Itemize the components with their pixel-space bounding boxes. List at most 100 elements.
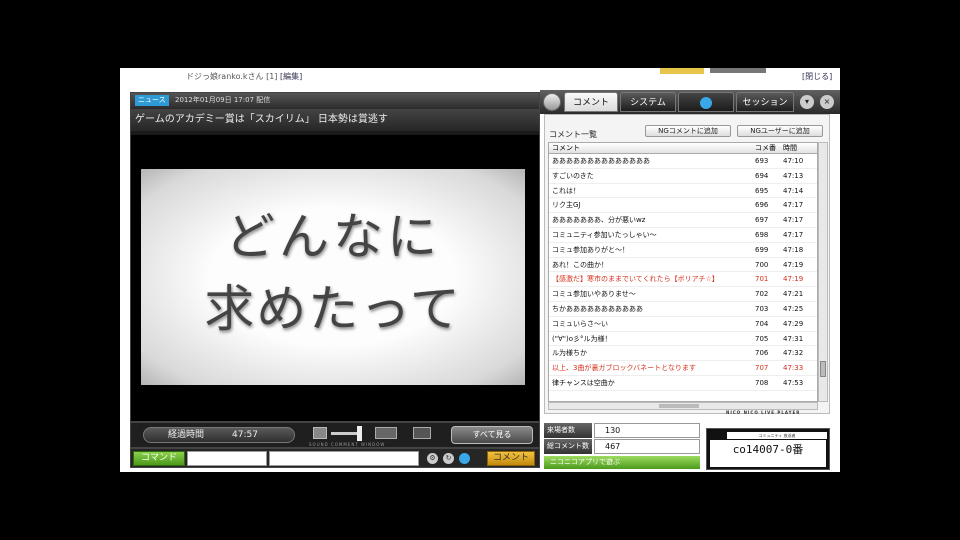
player-frame: ドジっ娘ranko.kさん [1] [編集] [閉じる] ニュース 2012年0…	[120, 68, 840, 472]
comment-row[interactable]: コミュ参加ありがと～！ 699 47:18	[549, 243, 817, 258]
comment-number: 698	[755, 230, 769, 239]
command-button[interactable]: コマンド	[133, 451, 185, 466]
viewers-label: 来場者数	[544, 423, 592, 438]
comment-text: コミュニティ参加いたっしゃい～	[552, 230, 657, 239]
comment-text: あああああああ、分が悪いwz	[552, 216, 646, 225]
twitter-bird-icon	[700, 97, 712, 109]
community-header: コミュニティ 放送者	[727, 432, 827, 439]
comment-text: 律チャンスは空曲か	[552, 378, 615, 387]
tab-system[interactable]: システム	[620, 92, 676, 112]
tab-twitter[interactable]	[678, 92, 734, 112]
comment-row[interactable]: これは！ 695 47:14	[549, 184, 817, 199]
community-id[interactable]: co14007-0番	[710, 440, 826, 467]
comment-time: 47:19	[783, 275, 804, 284]
tab-comment[interactable]: コメント	[564, 92, 618, 112]
control-labels: SOUND COMMENT WINDOW	[309, 442, 386, 447]
comment-number: 705	[755, 334, 769, 343]
comment-row[interactable]: コミュニティ参加いたっしゃい～ 698 47:17	[549, 228, 817, 243]
comment-text: コミュ参加ありがと～！	[552, 245, 629, 254]
ng-user-button[interactable]: NGユーザーに追加	[737, 125, 823, 137]
reload-icon[interactable]: ↻	[443, 453, 454, 464]
lyrics-line-1: どんなに	[225, 208, 441, 266]
comment-row[interactable]: 【感激だ】寒市のままでいてくれたら【ボリアチ☆】 701 47:19	[549, 272, 817, 288]
comment-row[interactable]: あああああああ、分が悪いwz 697 47:17	[549, 213, 817, 228]
comment-number: 699	[755, 245, 769, 254]
comment-time: 47:17	[783, 201, 804, 210]
twitter-icon[interactable]	[459, 453, 470, 464]
comments-stat: 総コメント数 467	[544, 439, 700, 454]
ng-comment-button[interactable]: NGコメントに追加	[645, 125, 731, 137]
window-size-icon[interactable]	[413, 427, 431, 439]
page-count: [1]	[266, 72, 278, 81]
speaker-icon[interactable]	[313, 427, 327, 439]
comment-row[interactable]: ル为様ちか 706 47:32	[549, 346, 817, 362]
comment-row[interactable]: ああああああああああああああ 693 47:10	[549, 154, 817, 169]
news-title[interactable]: ゲームのアカデミー賞は「スカイリム」 日本勢は賞逃す	[131, 109, 539, 131]
comment-text: すごいのきた	[552, 171, 594, 180]
comment-row[interactable]: すごいのきた 694 47:13	[549, 169, 817, 184]
comment-number: 701	[755, 275, 769, 284]
top-strip: ドジっ娘ranko.kさん [1] [編集] [閉じる]	[120, 68, 840, 90]
comment-row[interactable]: コミュいらさ～い 704 47:29	[549, 317, 817, 332]
horizontal-scrollbar[interactable]	[548, 402, 818, 410]
lyrics-slide: どんなに 求めたって	[141, 169, 525, 385]
news-tag[interactable]: ニュース	[135, 95, 169, 106]
comments-value: 467	[594, 439, 700, 454]
comment-row[interactable]: 以上、3曲が裏ガブロックバネートとなります 707 47:33	[549, 361, 817, 376]
comment-time: 47:21	[783, 290, 804, 299]
comment-row[interactable]: 律チャンスは空曲か 708 47:53	[549, 376, 817, 391]
broadcaster-info: ドジっ娘ranko.kさん [1] [編集]	[186, 71, 302, 82]
broadcaster-name[interactable]: ドジっ娘ranko.kさん	[186, 72, 264, 81]
comment-text: これは！	[552, 186, 580, 195]
comment-row[interactable]: リク主GJ 696 47:17	[549, 198, 817, 214]
command-input[interactable]	[187, 451, 267, 466]
comment-row[interactable]: あれ！この曲か！ 700 47:19	[549, 258, 817, 273]
nico-app-button[interactable]: ニコニコアプリで遊ぶ	[544, 456, 700, 469]
comment-row[interactable]: ちかあああああああああああ 703 47:25	[549, 302, 817, 317]
comment-toggle-icon[interactable]	[375, 427, 397, 439]
comment-text: ちかあああああああああああ	[552, 304, 643, 313]
post-comment-button[interactable]: コメント	[487, 451, 535, 466]
comment-row[interactable]: ("∀")o彡°ル为様！ 705 47:31	[549, 332, 817, 347]
settings-icon[interactable]: ⚙	[427, 453, 438, 464]
elapsed-time: 経過時間 47:57	[143, 427, 295, 443]
comment-number: 704	[755, 319, 769, 328]
comment-number: 700	[755, 260, 769, 269]
volume-knob[interactable]	[357, 426, 362, 441]
record-icon[interactable]	[543, 93, 561, 111]
comment-input[interactable]	[269, 451, 419, 466]
edit-link[interactable]: [編集]	[280, 72, 302, 81]
comment-number: 693	[755, 157, 769, 165]
close-icon[interactable]: ×	[820, 95, 834, 109]
scrollbar-thumb[interactable]	[820, 361, 826, 377]
comment-scrollbar[interactable]	[818, 142, 828, 402]
horizontal-thumb[interactable]	[659, 404, 699, 408]
premium-badge	[660, 68, 704, 74]
column-number[interactable]: コメ番	[755, 143, 776, 153]
points-badge	[710, 68, 766, 73]
comment-panel: コメント一覧 NGコメントに追加 NGユーザーに追加 コメント コメ番 時間 あ…	[544, 114, 830, 414]
comment-text: あれ！この曲か！	[552, 260, 608, 269]
comment-number: 703	[755, 304, 769, 313]
comment-time: 47:10	[783, 157, 804, 165]
comment-number: 695	[755, 186, 769, 195]
close-link[interactable]: [閉じる]	[802, 71, 832, 82]
chevron-down-icon[interactable]: ▾	[800, 95, 814, 109]
comment-time: 47:29	[783, 319, 804, 328]
comment-text: コミュ参加いやありませ～	[552, 290, 636, 299]
elapsed-label: 経過時間	[168, 430, 205, 440]
tab-session[interactable]: セッション	[736, 92, 794, 112]
comment-time: 47:13	[783, 171, 804, 180]
column-comment[interactable]: コメント	[552, 143, 580, 153]
comment-input-row: コマンド ⚙ ↻ コメント	[130, 448, 540, 468]
comment-time: 47:32	[783, 349, 804, 358]
view-all-button[interactable]: すべて見る	[451, 426, 533, 444]
video-area[interactable]: どんなに 求めたって	[131, 135, 539, 421]
lyrics-line-2: 求めたって	[204, 280, 462, 338]
comment-text: リク主GJ	[552, 201, 581, 210]
comment-number: 694	[755, 171, 769, 180]
comment-text: 【感激だ】寒市のままでいてくれたら【ボリアチ☆】	[552, 275, 719, 284]
comment-row[interactable]: コミュ参加いやありませ～ 702 47:21	[549, 287, 817, 302]
column-time[interactable]: 時間	[783, 143, 797, 153]
comment-time: 47:14	[783, 186, 804, 195]
